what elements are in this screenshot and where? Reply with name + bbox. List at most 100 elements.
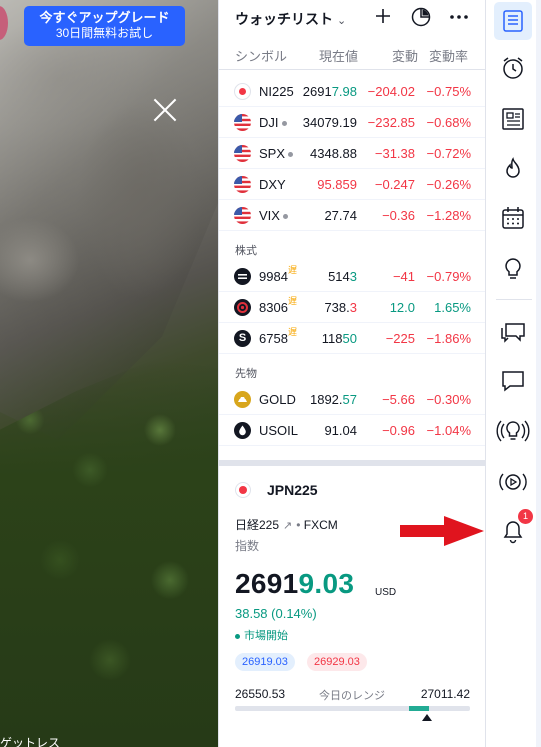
calendar-icon bbox=[502, 207, 524, 229]
us-flag-icon bbox=[234, 145, 251, 162]
red-dot-icon bbox=[234, 83, 251, 100]
idea-stream-button[interactable] bbox=[494, 412, 532, 450]
column-last[interactable]: 現在値 bbox=[319, 46, 358, 65]
upgrade-button-label: 今すぐアップグレード bbox=[39, 10, 170, 25]
news-button[interactable] bbox=[494, 100, 532, 138]
annotation-arrow-icon bbox=[400, 516, 484, 550]
change-value: −204.02 bbox=[367, 84, 415, 99]
last-price: 5143 bbox=[328, 269, 357, 284]
column-change-pct[interactable]: 変動率 bbox=[429, 46, 468, 65]
watchlist-row-9984[interactable]: 9984 遅 5143 −41 −0.79% bbox=[219, 261, 485, 292]
detail-description: 日経225 ↗ • FXCM bbox=[235, 518, 338, 532]
chats-button[interactable] bbox=[494, 313, 532, 351]
symbol-label: VIX bbox=[259, 208, 293, 223]
sony-logo-icon: S bbox=[234, 330, 251, 347]
last-price: 11850 bbox=[321, 331, 357, 346]
external-link-icon[interactable]: ↗ bbox=[283, 520, 292, 532]
mufg-logo-icon bbox=[234, 299, 251, 316]
watchlist-panel: ウォッチリスト ⌄ シンボル 現在値 変動 変動率 NI225 26917.98 … bbox=[218, 0, 486, 747]
public-chats-button[interactable] bbox=[494, 362, 532, 400]
close-icon[interactable] bbox=[152, 97, 178, 123]
last-price: 1892.57 bbox=[309, 392, 357, 407]
symbol-label: NI225 bbox=[259, 84, 294, 99]
forest bbox=[0, 360, 218, 747]
range-label: 今日のレンジ bbox=[319, 690, 385, 702]
last-price: 4348.88 bbox=[310, 146, 357, 161]
detail-price: 26919.03 bbox=[235, 568, 355, 599]
background-photo: 今すぐアップグレード 30日間無料お試し ゲットレス bbox=[0, 0, 218, 747]
delayed-data-badge: 遅 bbox=[288, 327, 298, 337]
last-price: 738.3 bbox=[324, 300, 357, 315]
advanced-view-icon[interactable] bbox=[409, 6, 433, 30]
hotlists-button[interactable] bbox=[494, 150, 532, 188]
detail-name[interactable]: 日経225 bbox=[235, 518, 279, 532]
symbol-label: DXY bbox=[259, 177, 286, 192]
change-pct: −0.68% bbox=[426, 115, 471, 130]
watchlist-row-gold[interactable]: GOLD 1892.57 −5.66 −0.30% bbox=[219, 384, 485, 415]
broadcast-icon bbox=[499, 473, 527, 491]
news-icon bbox=[502, 108, 524, 130]
current-price-marker bbox=[421, 714, 432, 721]
day-range-bar bbox=[235, 706, 470, 711]
ideas-button[interactable] bbox=[494, 250, 532, 288]
watchlist-row-dxy[interactable]: DXY 95.859 −0.247 −0.26% bbox=[219, 169, 485, 200]
notification-badge: 1 bbox=[518, 509, 533, 524]
symbol-label: USOIL bbox=[259, 423, 299, 438]
notifications-button[interactable]: 1 bbox=[494, 509, 533, 551]
watchlist-row-dji[interactable]: DJI 34079.19 −232.85 −0.68% bbox=[219, 107, 485, 138]
scrollbar[interactable] bbox=[536, 0, 541, 747]
more-options-icon[interactable] bbox=[447, 6, 471, 30]
symbol-label: DJI bbox=[259, 115, 293, 130]
softbank-logo-icon bbox=[234, 268, 251, 285]
last-price: 34079.19 bbox=[302, 115, 357, 130]
watchlist-header: ウォッチリスト ⌄ bbox=[219, 0, 485, 36]
us-flag-icon bbox=[234, 176, 251, 193]
detail-symbol[interactable]: JPN225 bbox=[267, 482, 318, 498]
market-status: 市場開始 bbox=[235, 627, 288, 643]
change-value: 12.0 bbox=[389, 300, 415, 315]
section-header-stocks[interactable]: 株式 bbox=[219, 231, 485, 261]
change-value: −0.247 bbox=[374, 177, 415, 192]
change-pct: −0.75% bbox=[426, 84, 471, 99]
last-price: 95.859 bbox=[317, 177, 357, 192]
change-pct: −1.04% bbox=[426, 423, 471, 438]
streams-button[interactable] bbox=[494, 463, 532, 501]
change-value: −5.66 bbox=[382, 392, 415, 407]
range-low: 26550.53 bbox=[235, 687, 286, 701]
detail-change: 38.58 (0.14%) bbox=[235, 606, 317, 621]
last-price: 91.04 bbox=[324, 423, 357, 438]
us-flag-icon bbox=[234, 207, 251, 224]
alarm-clock-icon bbox=[503, 57, 523, 79]
day-range-fill bbox=[408, 706, 429, 711]
watchlist-button[interactable] bbox=[494, 2, 532, 40]
watchlist-title-dropdown[interactable]: ウォッチリスト ⌄ bbox=[235, 9, 346, 29]
symbol-label: SPX bbox=[259, 146, 293, 161]
watchlist-row-vix[interactable]: VIX 27.74 −0.36 −1.28% bbox=[219, 200, 485, 231]
detail-exchange: FXCM bbox=[303, 518, 338, 532]
detail-currency: USD bbox=[375, 587, 397, 598]
watchlist-row-ni225[interactable]: NI225 26917.98 −204.02 −0.75% bbox=[219, 76, 485, 107]
last-price: 26917.98 bbox=[302, 84, 357, 99]
column-change[interactable]: 変動 bbox=[392, 46, 418, 65]
add-symbol-icon[interactable] bbox=[371, 6, 395, 30]
upgrade-button-sublabel: 30日間無料お試し bbox=[55, 26, 154, 40]
watchlist-row-spx[interactable]: SPX 4348.88 −31.38 −0.72% bbox=[219, 138, 485, 169]
watchlist-row-6758[interactable]: S 6758 遅 11850 −225 −1.86% bbox=[219, 323, 485, 354]
calendar-button[interactable] bbox=[494, 199, 532, 237]
change-pct: −0.26% bbox=[426, 177, 471, 192]
change-value: −0.96 bbox=[382, 423, 415, 438]
watchlist-icon bbox=[503, 10, 523, 32]
section-header-futures[interactable]: 先物 bbox=[219, 354, 485, 384]
chat-icon bbox=[502, 371, 524, 392]
upgrade-button[interactable]: 今すぐアップグレード 30日間無料お試し bbox=[24, 6, 185, 46]
flame-icon bbox=[506, 157, 520, 178]
right-toolbar: 1 bbox=[485, 0, 541, 747]
red-dot-icon bbox=[235, 482, 251, 498]
change-value: −41 bbox=[392, 269, 415, 284]
alerts-button[interactable] bbox=[494, 49, 532, 87]
range-high: 27011.42 bbox=[420, 687, 470, 701]
change-value: −232.85 bbox=[367, 115, 415, 130]
watchlist-row-8306[interactable]: 8306 遅 738.3 12.0 1.65% bbox=[219, 292, 485, 323]
column-symbol[interactable]: シンボル bbox=[235, 46, 287, 65]
watchlist-row-usoil[interactable]: USOIL 91.04 −0.96 −1.04% bbox=[219, 415, 485, 446]
